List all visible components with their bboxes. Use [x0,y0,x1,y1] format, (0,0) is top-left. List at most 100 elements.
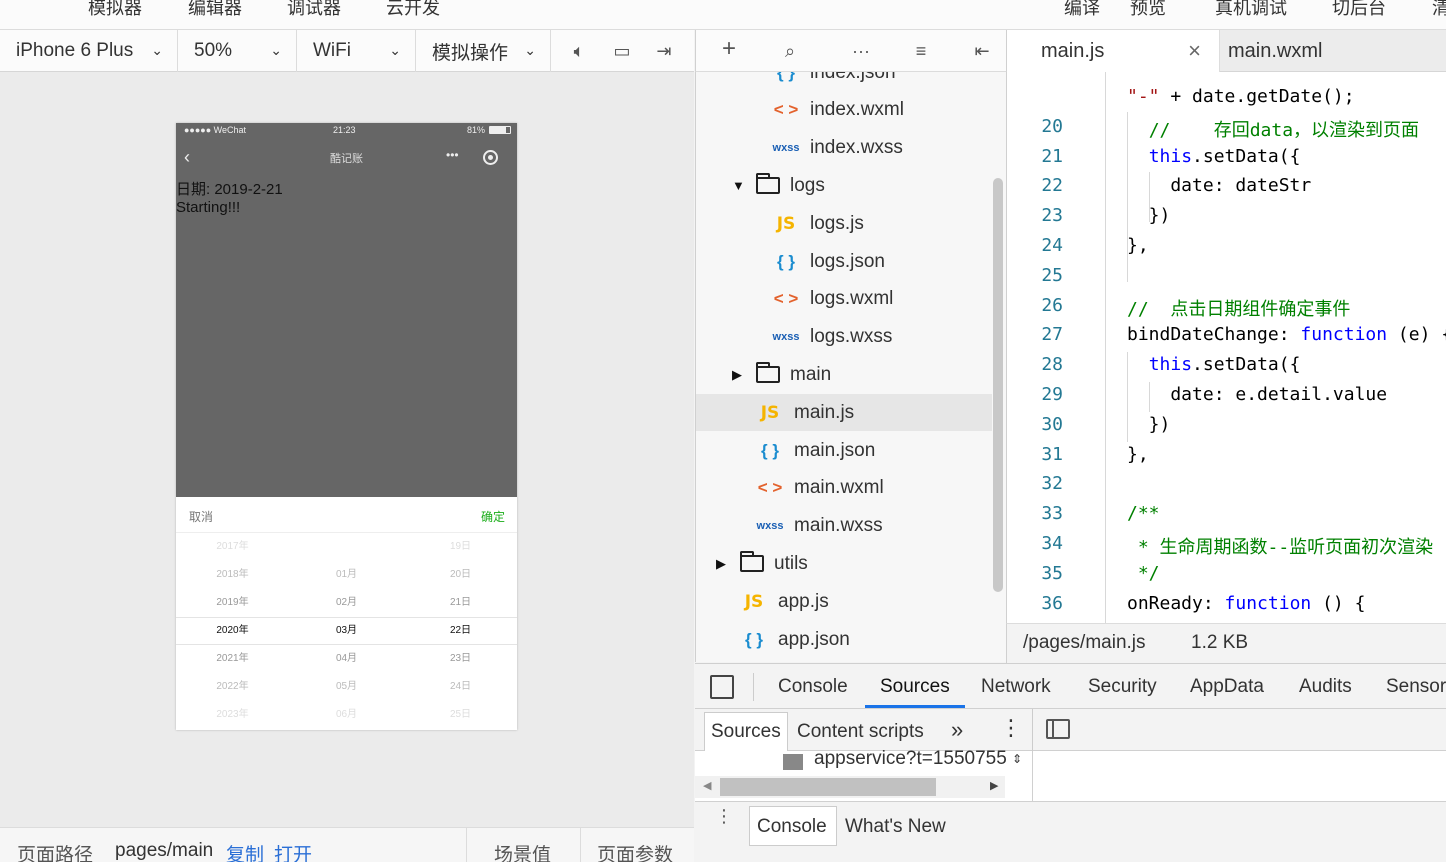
drawer-tab-whats-new[interactable]: What's New [845,816,946,838]
picker-confirm-button[interactable]: 确定 [481,508,505,525]
picker-month-column[interactable]: 01月 02月 03月 04月 05月 06月 [290,533,403,729]
tree-item-main-wxss[interactable]: wxss main.wxss [696,508,992,545]
picker-option[interactable]: 2021年 [176,645,289,673]
capsule-close-icon[interactable] [483,150,498,165]
picker-option[interactable]: 2017年 [176,533,289,561]
tree-item-main-wxml[interactable]: < > main.wxml [696,470,992,507]
drawer-kebab-icon[interactable]: ⋮ [715,806,733,827]
scroll-left-icon[interactable]: ◀ [703,779,711,792]
menu-clear[interactable]: 清 [1432,0,1446,20]
search-icon[interactable]: ⌕ [777,38,803,64]
tree-item-logs-wxss[interactable]: wxss logs.wxss [696,319,992,356]
picker-option[interactable]: 2020年 [176,617,289,645]
subtab-sources[interactable]: Sources [711,721,781,743]
tab-main-js[interactable]: main.js × [1007,30,1220,72]
more-dots-icon[interactable]: ••• [446,148,459,162]
more-tabs-icon[interactable]: » [951,717,963,743]
picker-option[interactable]: 24日 [404,673,517,701]
date-picker[interactable]: 2017年 2018年 2019年 2020年 2021年 2022年 2023年 01月 0… [176,533,517,730]
picker-cancel-button[interactable]: 取消 [189,508,213,525]
picker-option[interactable]: 02月 [290,589,403,617]
kebab-menu-icon[interactable]: ⋮ [1000,715,1022,741]
hide-panel-icon[interactable]: ⇤ [969,38,995,64]
code-line[interactable]: * 生命周期函数--监听页面初次渲染 [1127,533,1433,559]
toggle-sidebar-icon[interactable] [1046,719,1070,739]
inspect-element-icon[interactable] [710,675,734,699]
tree-item-logs[interactable]: ▼ logs [696,167,992,204]
open-link[interactable]: 打开 [274,840,312,862]
picker-option[interactable]: 22日 [404,617,517,645]
picker-option[interactable]: 2019年 [176,589,289,617]
operation-select[interactable]: 模拟操作 ⌄ [416,30,551,72]
volume-icon[interactable]: 🔈︎ [566,38,592,64]
tree-item-main-js[interactable]: JS main.js [696,394,992,432]
menu-editor[interactable]: 编辑器 [188,0,242,20]
picker-option[interactable]: 03月 [290,617,403,645]
menu-compile[interactable]: 编译 [1064,0,1100,20]
code-line[interactable]: "-" + date.getDate(); [1127,86,1355,107]
detach-icon[interactable]: ⇥ [651,38,677,64]
code-line[interactable]: this.setData({ [1127,146,1301,167]
close-icon[interactable]: × [1188,38,1201,64]
tab-sensor[interactable]: Sensor [1386,676,1446,698]
network-select[interactable]: WiFi ⌄ [297,30,416,72]
code-line[interactable]: */ [1127,563,1160,584]
subtab-content-scripts[interactable]: Content scripts [797,721,924,743]
tree-item-app-json[interactable]: { } app.json [696,621,992,658]
picker-option[interactable]: 21日 [404,589,517,617]
device-select[interactable]: iPhone 6 Plus ⌄ [0,30,178,72]
picker-option[interactable]: 06月 [290,701,403,729]
code-line[interactable]: }) [1127,205,1171,226]
code-editor[interactable]: "-" + date.getDate(); 20 // 存回data，以渲染到页面… [1006,72,1446,623]
picker-day-column[interactable]: 19日 20日 21日 22日 23日 24日 25日 [404,533,517,729]
tab-console[interactable]: Console [778,676,848,698]
scene-value[interactable]: 场景值 [494,840,551,862]
tab-appdata[interactable]: AppData [1190,676,1264,698]
copy-link[interactable]: 复制 [226,840,264,862]
picker-option[interactable]: 2018年 [176,561,289,589]
picker-option[interactable] [290,533,403,561]
caret-right-icon[interactable]: ▶ [732,367,748,383]
scroll-updown-icon[interactable]: ⇕ [1012,752,1022,766]
menu-cloud[interactable]: 云开发 [386,0,440,20]
menu-remote-debug[interactable]: 真机调试 [1215,0,1287,20]
caret-down-icon[interactable]: ▼ [732,178,748,193]
navigator-file[interactable]: appservice?t=1550755 [814,748,1010,770]
page-params[interactable]: 页面参数 [597,840,673,862]
tab-sources[interactable]: Sources [880,676,950,698]
picker-option[interactable]: 05月 [290,673,403,701]
menu-debugger[interactable]: 调试器 [287,0,341,20]
picker-year-column[interactable]: 2017年 2018年 2019年 2020年 2021年 2022年 2023年 [176,533,289,729]
code-line[interactable]: }, [1127,235,1149,256]
code-line[interactable]: /** [1127,503,1160,524]
collapse-all-icon[interactable]: ≡ [908,38,934,64]
zoom-select[interactable]: 50% ⌄ [178,30,297,72]
tree-item-logs-json[interactable]: { } logs.json [696,243,992,280]
tree-item-logs-wxml[interactable]: < > logs.wxml [696,281,992,318]
more-icon[interactable]: ··· [848,38,874,64]
code-line[interactable]: // 点击日期组件确定事件 [1127,295,1350,321]
picker-option[interactable]: 04月 [290,645,403,673]
code-line[interactable]: }) [1127,414,1171,435]
code-line[interactable]: date: e.detail.value [1127,384,1387,405]
tree-item-index-json[interactable]: { } index.json [696,72,992,91]
tree-item-app-js[interactable]: JS app.js [696,583,992,620]
h-scrollbar-thumb[interactable] [720,778,936,796]
tree-item-utils[interactable]: ▶ utils [696,545,992,582]
picker-option[interactable]: 2023年 [176,701,289,729]
code-line[interactable]: }, [1127,444,1149,465]
code-line[interactable]: this.setData({ [1127,354,1301,375]
tab-security[interactable]: Security [1088,676,1157,698]
menu-background[interactable]: 切后台 [1332,0,1386,20]
screen-icon[interactable]: ▭ [609,38,635,64]
picker-option[interactable]: 19日 [404,533,517,561]
picker-option[interactable]: 20日 [404,561,517,589]
tab-main-wxml[interactable]: main.wxml [1220,30,1446,72]
picker-option[interactable]: 01月 [290,561,403,589]
tree-item-logs-js[interactable]: JS logs.js [696,205,992,242]
menu-preview[interactable]: 预览 [1130,0,1166,20]
picker-option[interactable]: 23日 [404,645,517,673]
tab-audits[interactable]: Audits [1299,676,1352,698]
tree-item-main[interactable]: ▶ main [696,356,992,393]
tree-item-main-json[interactable]: { } main.json [696,432,992,469]
